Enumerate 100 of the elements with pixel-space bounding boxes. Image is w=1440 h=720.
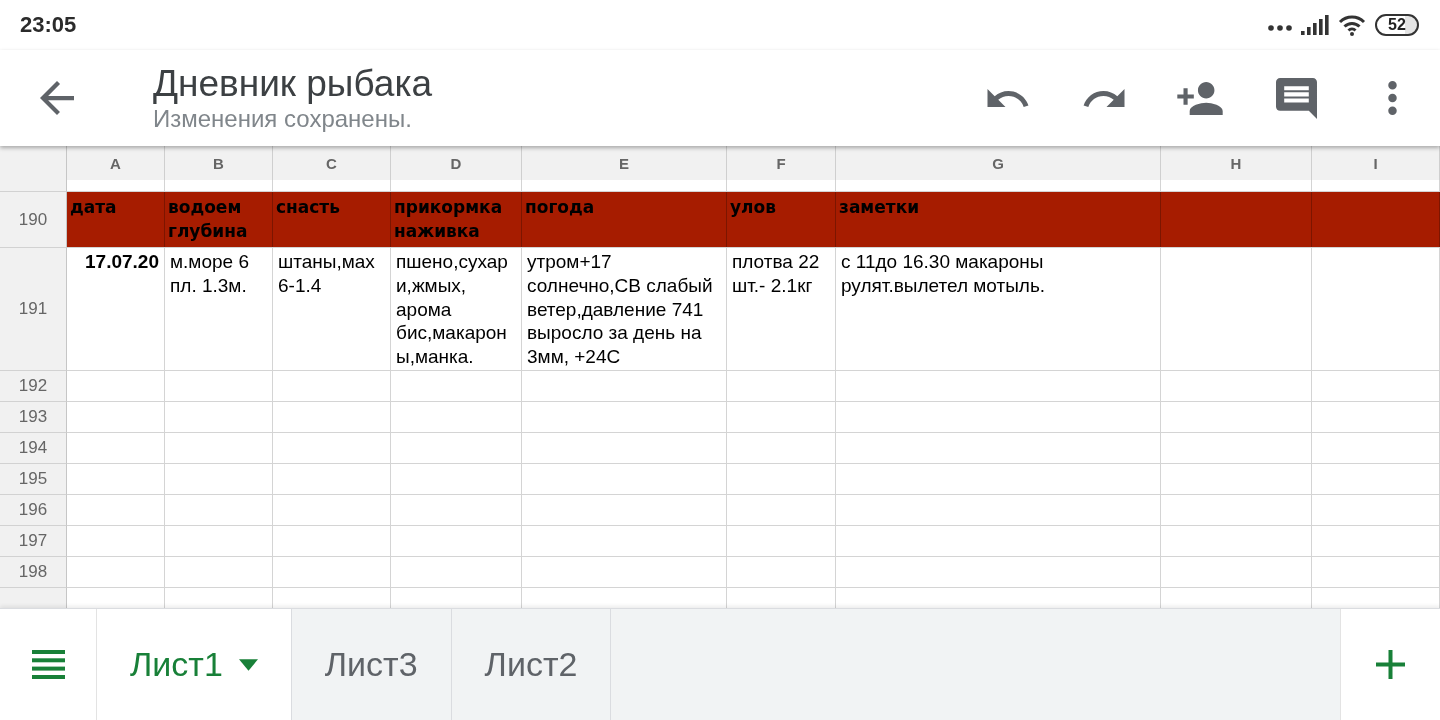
redo-icon bbox=[1083, 89, 1125, 107]
empty-cell[interactable] bbox=[836, 494, 1161, 526]
add-sheet-button[interactable] bbox=[1340, 609, 1440, 720]
column-header[interactable]: E bbox=[522, 146, 727, 180]
empty-cell[interactable] bbox=[273, 401, 391, 433]
empty-cell[interactable] bbox=[522, 370, 727, 402]
empty-cell[interactable] bbox=[165, 432, 273, 464]
empty-cell[interactable] bbox=[273, 463, 391, 495]
header-cell[interactable]: водоем глубина bbox=[165, 192, 273, 247]
empty-cell[interactable] bbox=[836, 401, 1161, 433]
column-header[interactable]: I bbox=[1312, 146, 1440, 180]
table-cell[interactable]: штаны,мах 6-1.4 bbox=[273, 248, 391, 371]
empty-cell[interactable] bbox=[1161, 463, 1312, 495]
sheet-tab[interactable]: Лист1 bbox=[97, 609, 292, 720]
empty-cell[interactable] bbox=[165, 525, 273, 557]
empty-cell[interactable] bbox=[273, 494, 391, 526]
empty-cell[interactable] bbox=[1312, 556, 1440, 588]
empty-cell[interactable] bbox=[727, 494, 836, 526]
row-number[interactable]: 192 bbox=[0, 370, 67, 402]
column-header[interactable]: B bbox=[165, 146, 273, 180]
table-cell[interactable]: с 11до 16.30 макароны рулят.вылетел мотыль. bbox=[836, 248, 1161, 371]
header-cell[interactable]: прикормка наживка bbox=[391, 192, 522, 247]
table-cell[interactable]: плотва 22 шт.- 2.1кг bbox=[727, 248, 836, 371]
row-number[interactable]: 197 bbox=[0, 525, 67, 557]
row-number[interactable]: 191 bbox=[0, 248, 67, 371]
empty-cell[interactable] bbox=[1161, 556, 1312, 588]
header-cell[interactable]: погода bbox=[522, 192, 727, 247]
empty-cell[interactable] bbox=[836, 370, 1161, 402]
empty-cell[interactable] bbox=[165, 494, 273, 526]
table-cell[interactable]: утром+17 солнечно,СВ слабый ветер,давление 741 выросло за день на 3мм, +24С bbox=[522, 248, 727, 371]
all-sheets-button[interactable] bbox=[0, 609, 97, 720]
table-cell[interactable]: 17.07.20 bbox=[67, 248, 165, 371]
empty-cell[interactable] bbox=[1161, 494, 1312, 526]
empty-cell[interactable] bbox=[391, 556, 522, 588]
undo-icon bbox=[987, 88, 1029, 108]
empty-cell[interactable] bbox=[522, 432, 727, 464]
empty-cell[interactable] bbox=[391, 370, 522, 402]
header-cell[interactable]: заметки bbox=[836, 192, 1161, 247]
table-cell[interactable]: пшено,сухари,жмых, арома бис,макароны,манка. bbox=[391, 248, 522, 371]
empty-cell[interactable] bbox=[522, 525, 727, 557]
empty-cell[interactable] bbox=[1312, 370, 1440, 402]
more-vertical-icon bbox=[1387, 81, 1397, 115]
empty-cell[interactable] bbox=[165, 556, 273, 588]
more-dots-icon bbox=[1268, 25, 1292, 31]
empty-cell[interactable] bbox=[1312, 248, 1440, 371]
row-number[interactable]: 195 bbox=[0, 463, 67, 495]
empty-cell[interactable] bbox=[727, 525, 836, 557]
empty-cell[interactable] bbox=[165, 401, 273, 433]
empty-cell[interactable] bbox=[1312, 494, 1440, 526]
empty-cell[interactable] bbox=[273, 525, 391, 557]
column-header[interactable]: H bbox=[1161, 146, 1312, 180]
wifi-icon bbox=[1338, 14, 1366, 36]
empty-cell[interactable] bbox=[1312, 525, 1440, 557]
header-cell[interactable]: улов bbox=[727, 192, 836, 247]
empty-cell[interactable] bbox=[727, 401, 836, 433]
empty-cell[interactable] bbox=[165, 463, 273, 495]
table-cell[interactable]: м.море 6 пл. 1.3м. bbox=[165, 248, 273, 371]
column-header[interactable]: C bbox=[273, 146, 391, 180]
empty-cell[interactable] bbox=[1161, 248, 1312, 371]
empty-cell[interactable] bbox=[836, 556, 1161, 588]
empty-cell[interactable] bbox=[391, 432, 522, 464]
row-number[interactable]: 190 bbox=[0, 192, 67, 248]
empty-cell[interactable] bbox=[273, 432, 391, 464]
empty-cell[interactable] bbox=[522, 494, 727, 526]
sheet-tab[interactable]: Лист3 bbox=[291, 609, 452, 720]
empty-cell[interactable] bbox=[1312, 463, 1440, 495]
row-number[interactable]: 198 bbox=[0, 556, 67, 588]
empty-cell[interactable] bbox=[522, 463, 727, 495]
empty-cell[interactable] bbox=[522, 401, 727, 433]
empty-cell[interactable] bbox=[1161, 401, 1312, 433]
empty-cell[interactable] bbox=[836, 463, 1161, 495]
empty-cell[interactable] bbox=[1312, 401, 1440, 433]
empty-cell[interactable] bbox=[391, 401, 522, 433]
empty-cell[interactable] bbox=[391, 494, 522, 526]
empty-cell[interactable] bbox=[391, 525, 522, 557]
empty-cell[interactable] bbox=[391, 463, 522, 495]
row-number[interactable]: 193 bbox=[0, 401, 67, 433]
row-number[interactable]: 196 bbox=[0, 494, 67, 526]
empty-cell[interactable] bbox=[273, 370, 391, 402]
column-header[interactable]: F bbox=[727, 146, 836, 180]
empty-cell[interactable] bbox=[1161, 432, 1312, 464]
empty-cell[interactable] bbox=[273, 556, 391, 588]
header-cell[interactable]: дата bbox=[67, 192, 165, 247]
column-header[interactable]: D bbox=[391, 146, 522, 180]
empty-cell[interactable] bbox=[727, 556, 836, 588]
row-number[interactable]: 194 bbox=[0, 432, 67, 464]
empty-cell[interactable] bbox=[522, 556, 727, 588]
column-header[interactable]: A bbox=[67, 146, 165, 180]
sheet-tab[interactable]: Лист2 bbox=[451, 609, 612, 720]
empty-cell[interactable] bbox=[1161, 370, 1312, 402]
column-header[interactable]: G bbox=[836, 146, 1161, 180]
empty-cell[interactable] bbox=[727, 463, 836, 495]
empty-cell[interactable] bbox=[1161, 525, 1312, 557]
header-cell[interactable]: снасть bbox=[273, 192, 391, 247]
empty-cell[interactable] bbox=[165, 370, 273, 402]
empty-cell[interactable] bbox=[836, 432, 1161, 464]
empty-cell[interactable] bbox=[836, 525, 1161, 557]
empty-cell[interactable] bbox=[727, 432, 836, 464]
empty-cell[interactable] bbox=[727, 370, 836, 402]
empty-cell[interactable] bbox=[1312, 432, 1440, 464]
